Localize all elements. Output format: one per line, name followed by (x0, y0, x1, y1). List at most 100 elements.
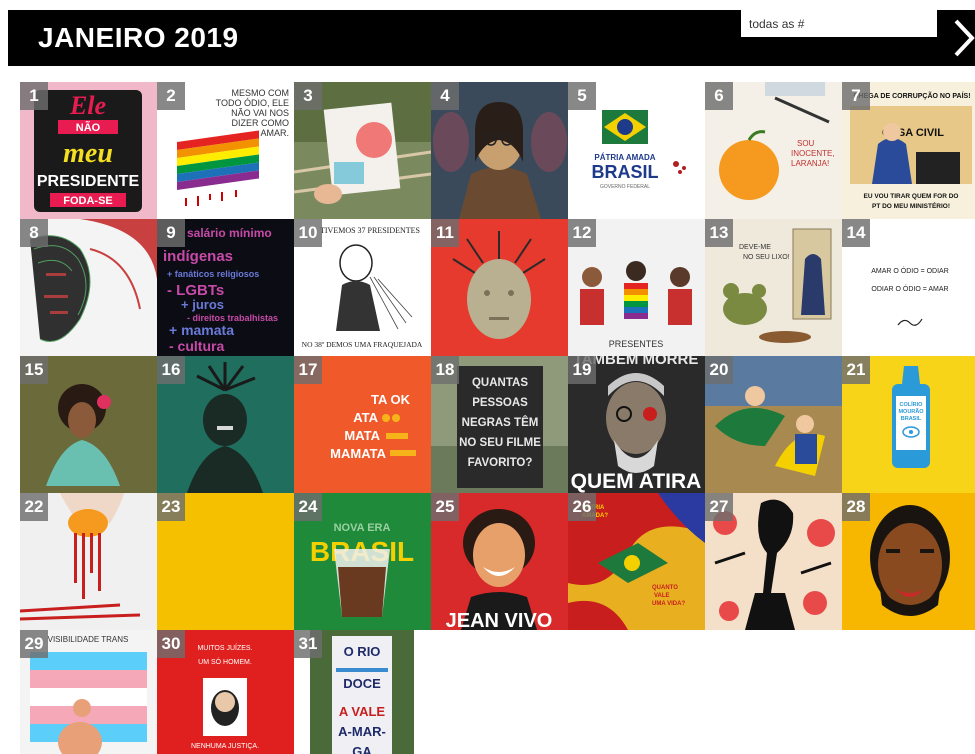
day-number: 2 (157, 82, 185, 110)
svg-text:GA: GA (352, 744, 372, 754)
svg-text:O RIO: O RIO (344, 644, 381, 659)
day-tile-23[interactable]: 23 (157, 493, 294, 630)
svg-text:+ mamata: + mamata (169, 322, 234, 338)
svg-text:NO SEU LIXO!: NO SEU LIXO! (743, 254, 790, 261)
day-tile-1[interactable]: Ele NÃO meu PRESIDENTE FODA-SE 1 (20, 82, 157, 219)
svg-text:FAVORITO?: FAVORITO? (468, 457, 533, 469)
svg-text:SOU: SOU (797, 139, 815, 148)
svg-text:UM SÓ HOMEM.: UM SÓ HOMEM. (198, 657, 252, 666)
day-number: 27 (705, 493, 733, 521)
day-tile-12[interactable]: PRESENTES 12 (568, 219, 705, 356)
day-number: 8 (20, 219, 48, 247)
day-tile-13[interactable]: DEVE-ME NO SEU LIXO! 13 (705, 219, 842, 356)
day-tile-26[interactable]: PÁTRIAAMADA? QUANTOVALEUMA VIDA? 26 (568, 493, 705, 630)
day-number: 19 (568, 356, 596, 384)
svg-text:DEVE-ME: DEVE-ME (739, 244, 771, 251)
day-tile-5[interactable]: PÁTRIA AMADA BRASIL GOVERNO FEDERAL 5 (568, 82, 705, 219)
day-tile-17[interactable]: TA OK ATA MATA MAMATA 17 (294, 356, 431, 493)
svg-text:QUANTAS: QUANTAS (472, 377, 528, 389)
day-tile-10[interactable]: TIVEMOS 37 PRESIDENTES NO 38º DEMOS UMA … (294, 219, 431, 356)
day-tile-31[interactable]: O RIO DOCE A VALE A-MAR- GA 31 (294, 630, 431, 754)
svg-text:NO SEU FILME: NO SEU FILME (459, 437, 541, 449)
svg-text:PRESENTES: PRESENTES (609, 339, 664, 349)
svg-text:A-MAR-: A-MAR- (338, 724, 386, 739)
day-tile-30[interactable]: MUITOS JUÍZES. UM SÓ HOMEM. NENHUMA JUST… (157, 630, 294, 754)
day-tile-27[interactable]: 27 (705, 493, 842, 630)
svg-text:BRASIL: BRASIL (901, 416, 922, 422)
calendar-grid: Ele NÃO meu PRESIDENTE FODA-SE 1 MESMO C… (20, 82, 975, 754)
day-tile-29[interactable]: VISIBILIDADE TRANS 29 (20, 630, 157, 754)
svg-text:NÃO: NÃO (76, 121, 101, 134)
svg-text:AMAR O ÓDIO = ODIAR: AMAR O ÓDIO = ODIAR (871, 266, 949, 275)
day-number: 15 (20, 356, 48, 384)
day-tile-6[interactable]: SOU INOCENTE, LARANJA! 6 (705, 82, 842, 219)
svg-text:NENHUMA JUSTIÇA.: NENHUMA JUSTIÇA. (191, 743, 259, 750)
day-number: 21 (842, 356, 870, 384)
svg-text:ODIAR O ÓDIO = AMAR: ODIAR O ÓDIO = AMAR (871, 284, 948, 293)
svg-text:TIVEMOS 37 PRESIDENTES: TIVEMOS 37 PRESIDENTES (320, 226, 420, 235)
day-tile-21[interactable]: COLÍRIO MOURÃO BRASIL 21 (842, 356, 975, 493)
svg-text:NO 38º DEMOS UMA FRAQUEJADA: NO 38º DEMOS UMA FRAQUEJADA (302, 340, 423, 349)
day-tile-11[interactable]: 11 (431, 219, 568, 356)
day-tile-19[interactable]: TAMBÉM MORRE QUEM ATIRA 19 (568, 356, 705, 493)
day-number: 14 (842, 219, 870, 247)
day-tile-18[interactable]: QUANTAS PESSOAS NEGRAS TÊM NO SEU FILME … (431, 356, 568, 493)
svg-text:ATA: ATA (353, 410, 378, 425)
day-number: 20 (705, 356, 733, 384)
header-bar: JANEIRO 2019 (8, 10, 975, 66)
day-tile-3[interactable]: 3 (294, 82, 431, 219)
svg-text:Ele: Ele (69, 91, 106, 120)
chevron-right-icon[interactable] (953, 18, 975, 58)
day-tile-9[interactable]: salário mínimo indígenas + fanáticos rel… (157, 219, 294, 356)
svg-text:COLÍRIO: COLÍRIO (900, 400, 924, 408)
svg-text:MAMATA: MAMATA (330, 446, 386, 461)
svg-text:PESSOAS: PESSOAS (472, 397, 528, 409)
day-tile-8[interactable]: 8 (20, 219, 157, 356)
day-number: 31 (294, 630, 322, 658)
svg-text:+ fanáticos religiosos: + fanáticos religiosos (167, 269, 259, 279)
day-tile-20[interactable]: 20 (705, 356, 842, 493)
svg-text:AMAR.: AMAR. (260, 128, 289, 138)
svg-text:A VALE: A VALE (339, 704, 386, 719)
day-tile-25[interactable]: JEAN VIVO 25 (431, 493, 568, 630)
svg-text:UMA VIDA?: UMA VIDA? (652, 601, 685, 607)
svg-text:MUITOS JUÍZES.: MUITOS JUÍZES. (197, 643, 252, 652)
day-tile-14[interactable]: AMAR O ÓDIO = ODIAR ODIAR O ÓDIO = AMAR … (842, 219, 975, 356)
day-tile-7[interactable]: CHEGA DE CORRUPÇÃO NO PAÍS! CASA CIVIL E… (842, 82, 975, 219)
svg-text:EU VOU TIRAR QUEM FOR DO: EU VOU TIRAR QUEM FOR DO (864, 193, 959, 200)
day-tile-22[interactable]: 22 (20, 493, 157, 630)
day-number: 11 (431, 219, 459, 247)
day-number: 4 (431, 82, 459, 110)
day-number: 1 (20, 82, 48, 110)
svg-text:CHEGA DE CORRUPÇÃO NO PAÍS!: CHEGA DE CORRUPÇÃO NO PAÍS! (853, 91, 970, 100)
svg-text:PT DO MEU MINISTÉRIO!: PT DO MEU MINISTÉRIO! (872, 201, 950, 210)
svg-text:+ juros: + juros (181, 297, 224, 312)
day-tile-16[interactable]: 16 (157, 356, 294, 493)
day-number: 7 (842, 82, 870, 110)
svg-text:PRESIDENTE: PRESIDENTE (37, 173, 140, 190)
svg-text:BRASIL: BRASIL (592, 162, 659, 182)
day-number: 10 (294, 219, 322, 247)
svg-text:INOCENTE,: INOCENTE, (791, 149, 835, 158)
svg-text:indígenas: indígenas (163, 248, 233, 265)
day-tile-4[interactable]: 4 (431, 82, 568, 219)
day-number: 28 (842, 493, 870, 521)
day-tile-2[interactable]: MESMO COM TODO ÓDIO, ELE NÃO VAI NOS DIZ… (157, 82, 294, 219)
day-number: 30 (157, 630, 185, 658)
svg-text:NÃO VAI NOS: NÃO VAI NOS (231, 108, 289, 118)
day-number: 17 (294, 356, 322, 384)
day-tile-15[interactable]: 15 (20, 356, 157, 493)
hashtag-search-input[interactable] (741, 10, 937, 37)
day-number: 3 (294, 82, 322, 110)
svg-text:QUANTO: QUANTO (652, 585, 678, 591)
svg-text:JEAN VIVO: JEAN VIVO (446, 610, 553, 630)
day-tile-24[interactable]: NOVA ERA BRASIL 24 (294, 493, 431, 630)
svg-text:FODA-SE: FODA-SE (63, 195, 113, 207)
day-number: 6 (705, 82, 733, 110)
svg-text:LARANJA!: LARANJA! (791, 159, 829, 168)
day-tile-28[interactable]: 28 (842, 493, 975, 630)
day-number: 24 (294, 493, 322, 521)
day-number: 22 (20, 493, 48, 521)
day-number: 23 (157, 493, 185, 521)
day-number: 29 (20, 630, 48, 658)
